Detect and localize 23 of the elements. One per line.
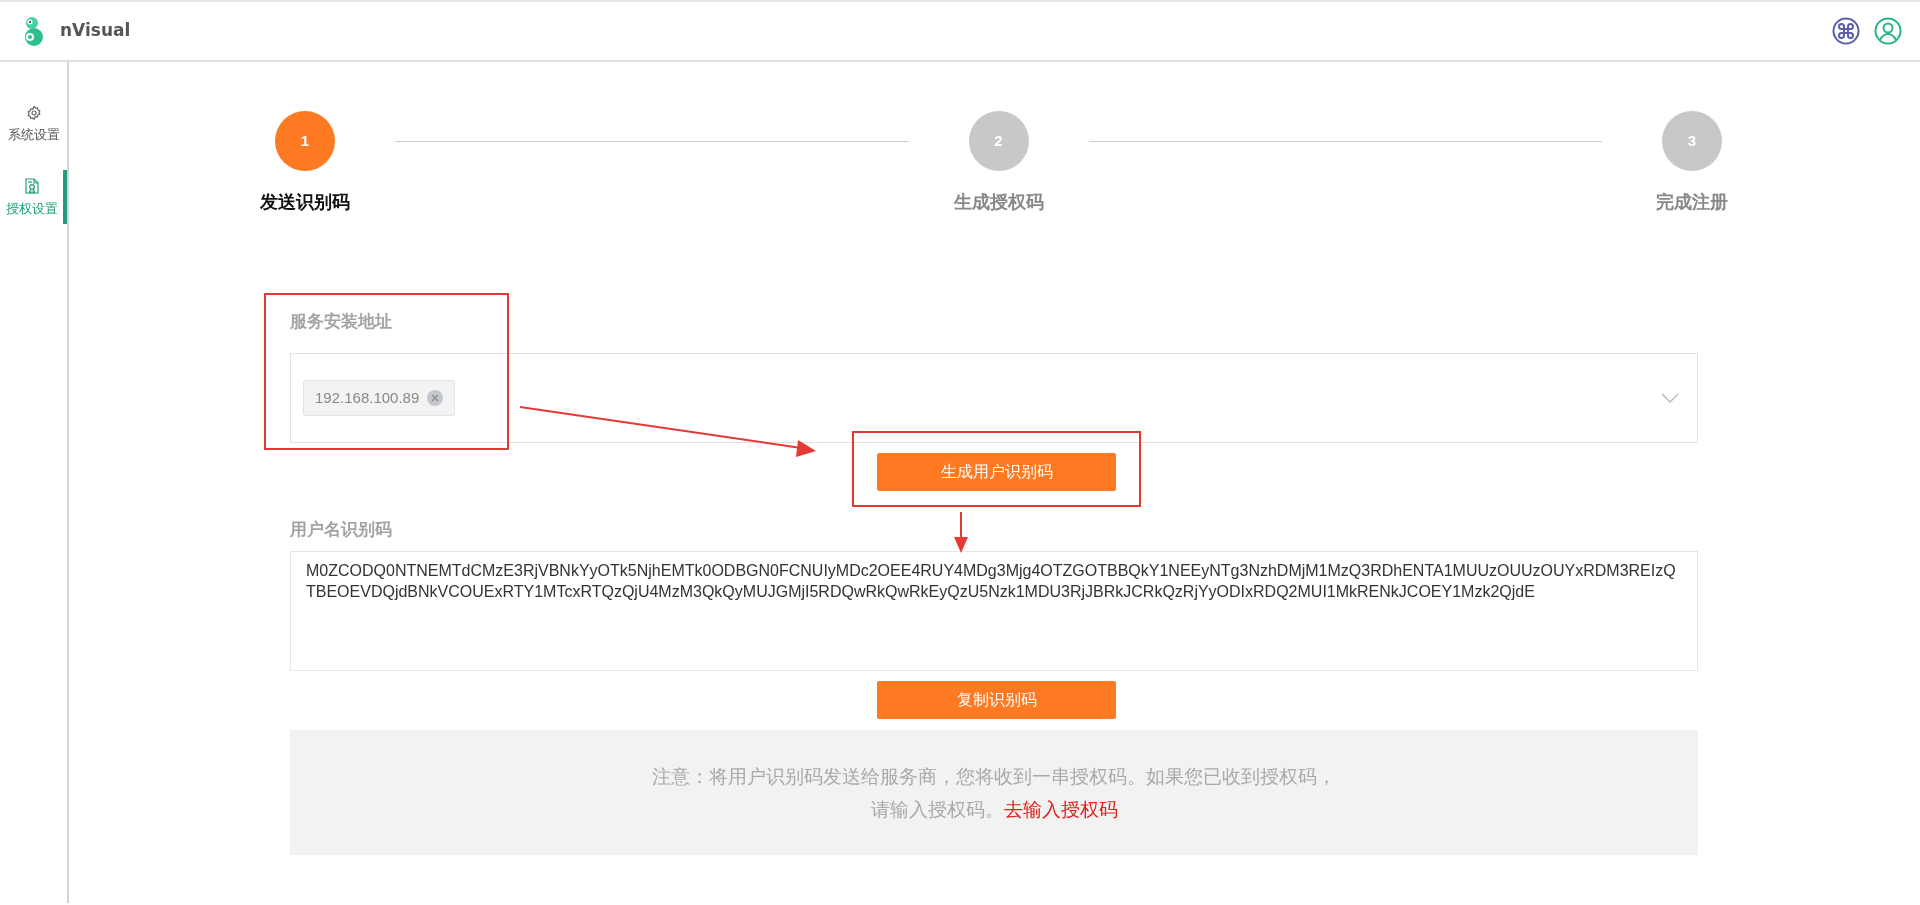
certificate-icon bbox=[24, 178, 39, 195]
identification-code: M0ZCODQ0NTNEMTdCMzE3RjVBNkYyOTk5NjhEMTk0ODBGN0FCNUIyMDc2OEE4RUY4MDg3Mjg4OTZGOTBBQkY1NEEyNTg3NzhDMjM1MzQ3RDhENTA1MUUzOUUzOUYxRDM3REIzQTBEOEVDQjdBNkVCOUExRTY1MTcxRTQzQjU4MzM3QkQyMUJGMjI5RDQwRkQwRkEyQzU5Nzk1MDU3RjJBRkJCRkQzRjYyODIxRDQ2MUI1MkRENkJCOEY1Mzk2QjdE bbox=[306, 561, 1677, 602]
enter-auth-code-link[interactable]: 去输入授权码 bbox=[1003, 798, 1118, 820]
step-label: 生成授权码 bbox=[953, 191, 1044, 214]
copy-code-button[interactable]: 复制识别码 bbox=[877, 681, 1116, 719]
code-textarea[interactable] bbox=[290, 551, 1698, 671]
close-icon[interactable] bbox=[427, 390, 444, 406]
sidebar-item[interactable]: 系统设置 bbox=[0, 97, 67, 150]
field-label: 用户名识别码 bbox=[290, 520, 393, 540]
sidebar-item[interactable]: 授权设置 bbox=[0, 170, 67, 224]
user-icon[interactable] bbox=[1874, 17, 1902, 45]
tag-text: 192.168.100.89 bbox=[315, 387, 420, 408]
field-label: 服务安装地址 bbox=[290, 312, 393, 332]
gear-icon bbox=[25, 105, 42, 121]
step-label: 发送识别码 bbox=[260, 191, 350, 214]
address-select[interactable]: 192.168.100.89 bbox=[290, 353, 1698, 443]
app-name: nVisual bbox=[60, 19, 131, 43]
apps-icon[interactable] bbox=[1832, 17, 1860, 45]
chevron-down-icon bbox=[1661, 393, 1679, 403]
annotation-arrow bbox=[953, 512, 969, 554]
step-label: 完成注册 bbox=[1656, 191, 1728, 214]
generate-code-button[interactable]: 生成用户识别码 bbox=[877, 453, 1116, 491]
notice-text: 注意：将用户识别码发送给服务商，您将收到一串授权码。如果您已收到授权码，请输入授权码。去输入授权码 bbox=[651, 764, 1337, 822]
